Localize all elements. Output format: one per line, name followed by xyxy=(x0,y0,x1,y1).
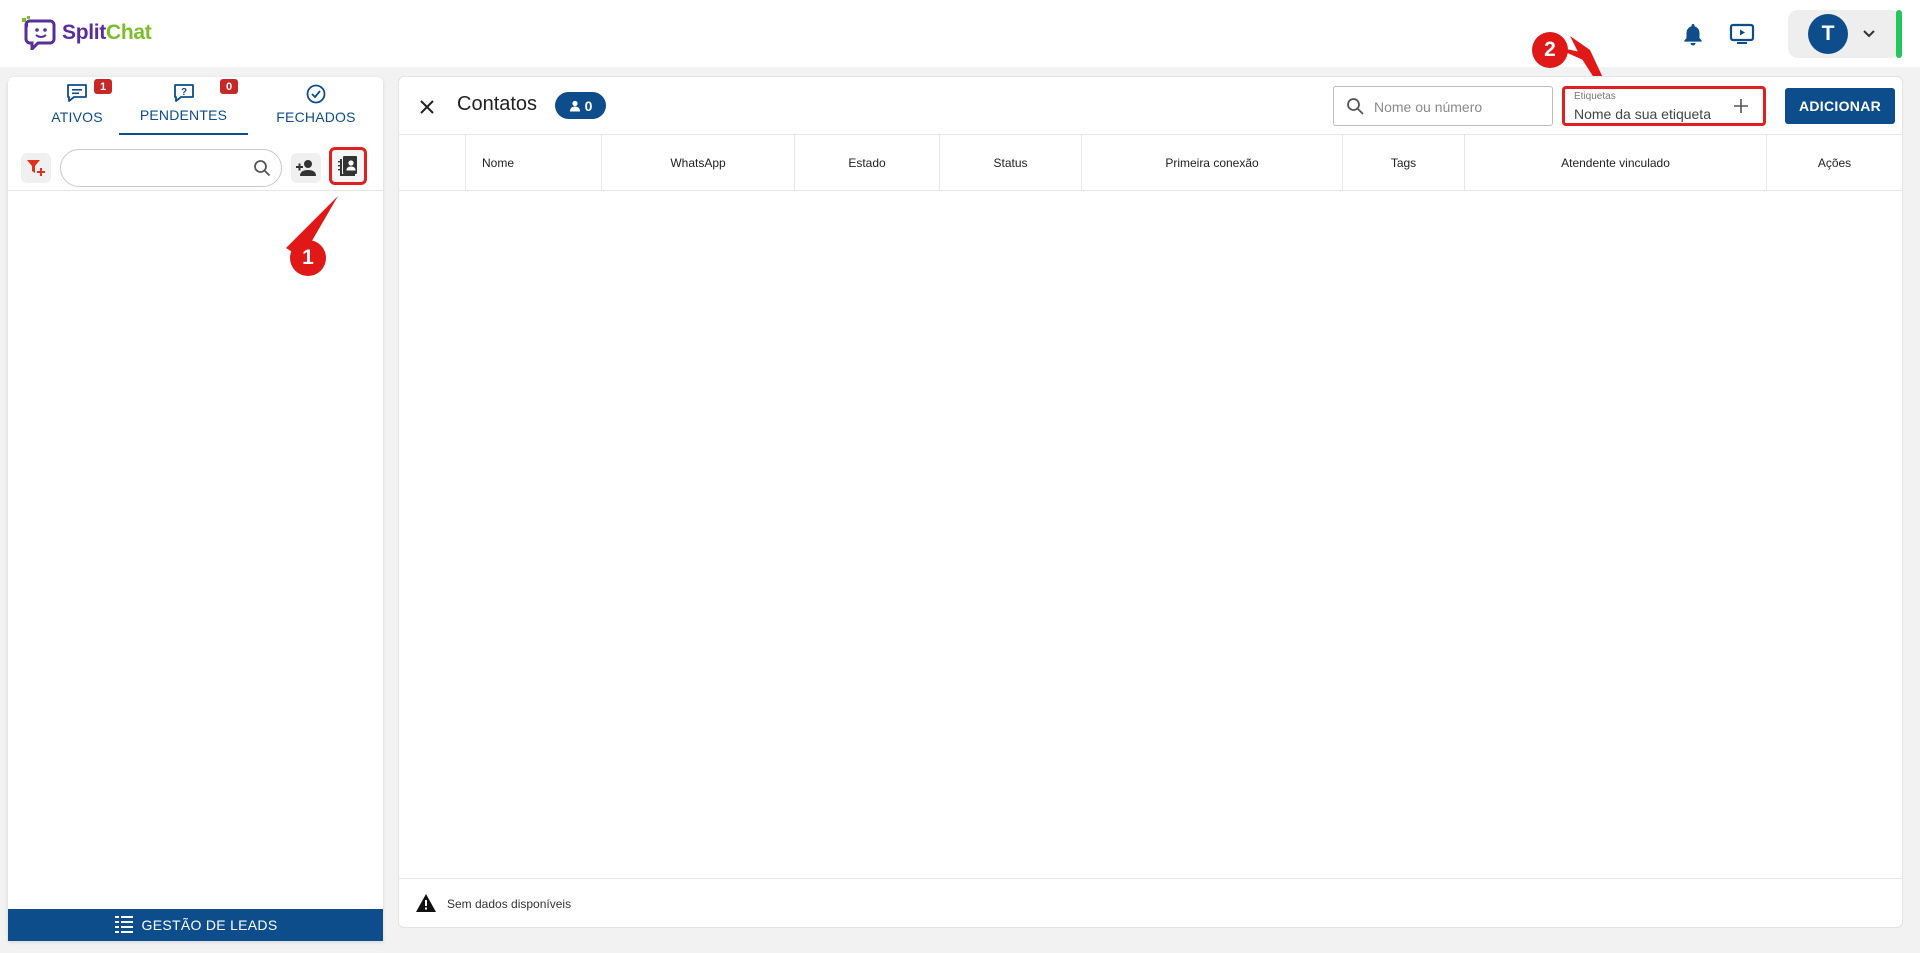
search-icon xyxy=(254,160,271,177)
logo-text: SplitChat xyxy=(62,21,152,45)
leads-management-button[interactable]: GESTÃO DE LEADS xyxy=(8,909,383,941)
contacts-panel: Contatos 0 Etiquetas ADICIONAR Nom xyxy=(398,76,1903,928)
empty-state-text: Sem dados disponíveis xyxy=(447,897,572,911)
column-header-atendente[interactable]: Atendente vinculado xyxy=(1464,135,1766,191)
bell-icon xyxy=(1684,24,1702,46)
tab-label: ATIVOS xyxy=(51,109,103,125)
tab-label: PENDENTES xyxy=(139,107,228,123)
add-contact-button[interactable] xyxy=(291,153,321,183)
avatar: T xyxy=(1808,14,1848,54)
add-contact-main-button[interactable]: ADICIONAR xyxy=(1785,88,1895,124)
contacts-table-header: Nome WhatsApp Estado Status Primeira con… xyxy=(399,135,1902,191)
tag-field: Etiquetas xyxy=(1562,86,1766,126)
column-header-estado[interactable]: Estado xyxy=(794,135,939,191)
contacts-count: 0 xyxy=(584,97,593,114)
user-menu[interactable]: T xyxy=(1788,10,1900,58)
tickets-toolbar xyxy=(8,143,383,191)
contacts-header: Contatos 0 Etiquetas ADICIONAR xyxy=(399,77,1902,135)
contacts-count-badge: 0 xyxy=(555,92,606,119)
app-logo[interactable]: SplitChat xyxy=(22,16,152,50)
search-icon xyxy=(1347,98,1364,115)
online-status-indicator xyxy=(1896,10,1902,58)
check-circle-icon xyxy=(306,84,326,104)
column-header-whatsapp[interactable]: WhatsApp xyxy=(601,135,794,191)
contact-search xyxy=(1333,86,1553,126)
contacts-book-button[interactable] xyxy=(329,147,367,185)
tab-pendentes[interactable]: ? 0 PENDENTES xyxy=(119,77,248,135)
screen-button[interactable] xyxy=(1727,19,1757,49)
tab-ativos[interactable]: 1 ATIVOS xyxy=(22,77,132,135)
warning-icon xyxy=(416,894,436,912)
plus-icon[interactable] xyxy=(1733,98,1749,114)
notifications-button[interactable] xyxy=(1678,19,1708,49)
person-icon xyxy=(569,100,580,111)
column-header-status[interactable]: Status xyxy=(939,135,1081,191)
question-chat-icon: ? xyxy=(174,84,194,102)
logo-icon xyxy=(22,16,56,50)
tab-badge-ativos: 1 xyxy=(94,79,112,94)
ticket-tabs: 1 ATIVOS ? 0 PENDENTES FECHADOS xyxy=(8,77,383,135)
tab-label: FECHADOS xyxy=(276,109,356,125)
column-header-primeira-conexao[interactable]: Primeira conexão xyxy=(1081,135,1342,191)
svg-text:?: ? xyxy=(181,87,187,98)
column-header-avatar xyxy=(399,135,465,191)
annotation-marker-1: 1 xyxy=(290,240,326,276)
chat-icon xyxy=(67,84,87,102)
column-header-acoes[interactable]: Ações xyxy=(1766,135,1902,191)
filter-button[interactable] xyxy=(21,153,51,183)
leads-label: GESTÃO DE LEADS xyxy=(141,917,278,933)
chevron-down-icon xyxy=(1863,30,1875,38)
logo-text-chat: Chat xyxy=(106,21,152,44)
monitor-play-icon xyxy=(1729,23,1755,44)
filter-add-icon xyxy=(27,160,45,176)
tag-input[interactable] xyxy=(1574,105,1724,123)
list-lines-icon xyxy=(114,916,133,933)
contacts-book-icon xyxy=(338,156,357,176)
contacts-table-footer: Sem dados disponíveis xyxy=(399,878,1902,928)
tab-badge-pendentes: 0 xyxy=(220,79,238,94)
close-icon[interactable] xyxy=(417,97,437,117)
tag-field-label: Etiquetas xyxy=(1574,91,1616,102)
ticket-search xyxy=(60,149,282,187)
annotation-marker-2: 2 xyxy=(1532,32,1568,68)
column-header-tags[interactable]: Tags xyxy=(1342,135,1464,191)
column-header-nome[interactable]: Nome xyxy=(465,135,601,191)
person-add-icon xyxy=(296,160,316,176)
contact-search-input[interactable] xyxy=(1374,97,1544,117)
ticket-search-input[interactable] xyxy=(75,158,245,178)
page-title: Contatos xyxy=(457,93,538,115)
tab-fechados[interactable]: FECHADOS xyxy=(258,77,374,135)
logo-text-split: Split xyxy=(62,21,106,44)
